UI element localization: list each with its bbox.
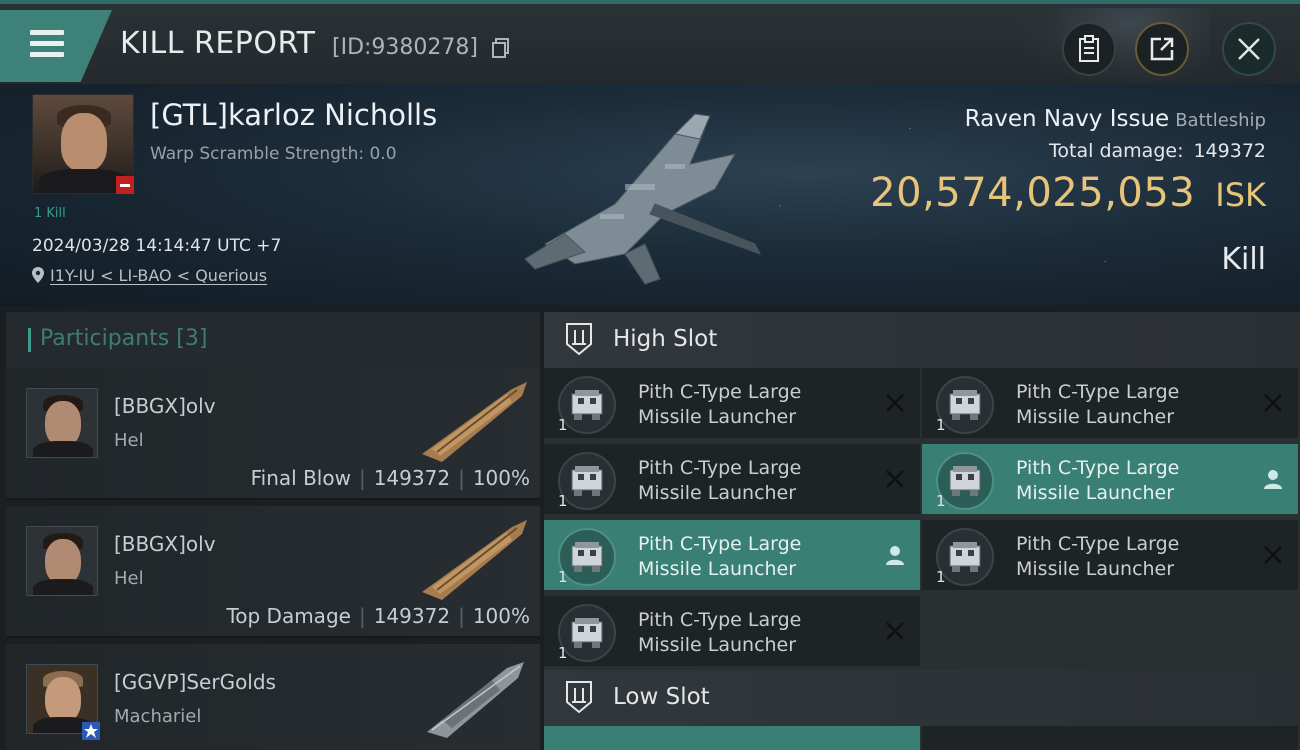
victim-banner: [GTL]karloz Nicholls Warp Scramble Stren… [0,84,1300,306]
dropped-person-icon [1264,470,1282,489]
participant-avatar[interactable] [26,526,98,596]
total-damage-value: 149372 [1193,140,1266,162]
destroyed-x-icon [1264,394,1282,412]
participant-row[interactable]: [GGVP]SerGolds Machariel [6,644,540,750]
report-button[interactable] [1062,22,1116,76]
dropped-person-icon [886,546,904,565]
menu-icon [30,30,64,58]
module-name: Pith C-Type Large Missile Launcher [638,457,802,504]
participants-panel: Participants [3] [BBGX]olv Hel Final Blo… [6,312,540,750]
slot-icon [566,323,592,356]
module-name: Pith C-Type Large Missile Launcher [638,609,802,656]
victim-ship-name[interactable]: Raven Navy Issue Battleship [965,106,1266,132]
module-tile[interactable]: 1 Pith C-Type Large Missile Launcher [922,444,1298,516]
participant-role: Final Blow [250,466,351,490]
fitting-panel: High Slot 1 Pith C-Type Large Missile Lau… [544,312,1300,750]
low-slot-module-partial[interactable] [544,726,920,750]
module-quantity: 1 [558,416,568,434]
kill-count: 1 Kill [34,206,66,221]
participant-ship-image [427,662,524,738]
isk-unit: ISK [1215,176,1266,214]
victim-name[interactable]: [GTL]karloz Nicholls [150,98,437,132]
share-icon [1150,37,1174,61]
high-slot-header: High Slot [544,312,1300,368]
participant-ship-image [422,520,527,600]
destroyed-x-icon [1264,546,1282,564]
slot-icon [566,681,592,714]
high-slot-label: High Slot [613,326,718,352]
participant-name[interactable]: [BBGX]olv [114,532,216,556]
module-name: Pith C-Type Large Missile Launcher [1016,457,1180,504]
participant-percent: 100% [472,466,530,490]
module-name: Pith C-Type Large Missile Launcher [1016,533,1180,580]
participant-damage: 149372 [373,604,451,628]
star-badge-icon [82,722,100,740]
victim-ship-image [524,113,762,285]
copy-icon[interactable] [492,38,510,58]
total-damage: Total damage: 149372 [1049,140,1266,162]
participant-stats: Top Damage | 149372 | 100% [226,604,530,628]
participant-ship-image [422,382,527,462]
module-name: Pith C-Type Large Missile Launcher [1016,381,1180,428]
destroyed-x-icon [886,394,904,412]
standing-negative-icon [116,176,134,194]
low-slot-module-partial[interactable] [922,726,1298,750]
isk-value: 20,574,025,053 ISK [870,170,1266,216]
participant-row[interactable]: [BBGX]olv Hel Final Blow | 149372 | 100% [6,368,540,500]
module-quantity: 1 [936,492,946,510]
module-name: Pith C-Type Large Missile Launcher [638,533,802,580]
module-tile[interactable]: 1 Pith C-Type Large Missile Launcher [544,444,920,516]
participant-avatar[interactable] [26,388,98,458]
kill-location[interactable]: I1Y-IU < LI-BAO < Querious [32,266,267,285]
participant-stats: Final Blow | 149372 | 100% [250,466,530,490]
close-button[interactable] [1222,22,1276,76]
module-quantity: 1 [936,416,946,434]
kill-id: [ID:9380278] [332,35,478,60]
kill-datetime: 2024/03/28 14:14:47 UTC +7 [32,236,282,256]
share-button[interactable] [1135,22,1189,76]
module-tile[interactable]: 1 Pith C-Type Large Missile Launcher [544,596,920,668]
participants-label: Participants [40,326,170,351]
module-quantity: 1 [558,568,568,586]
ship-class: Battleship [1175,110,1266,131]
module-quantity: 1 [936,568,946,586]
participants-count: [3] [176,326,208,351]
page-title: KILL REPORT [120,26,316,61]
module-quantity: 1 [558,492,568,510]
participant-ship: Machariel [114,706,202,727]
kill-type: Kill [1221,242,1266,277]
participant-ship: Hel [114,430,144,451]
module-tile[interactable]: 1 Pith C-Type Large Missile Launcher [544,520,920,592]
participant-row[interactable]: [BBGX]olv Hel Top Damage | 149372 | 100% [6,506,540,638]
participant-role: Top Damage [226,604,351,628]
module-quantity: 1 [558,644,568,662]
participant-name[interactable]: [BBGX]olv [114,394,216,418]
low-slot-label: Low Slot [613,684,710,710]
module-tile[interactable]: 1 Pith C-Type Large Missile Launcher [922,368,1298,440]
destroyed-x-icon [886,622,904,640]
location-pin-icon [32,267,44,283]
participant-name[interactable]: [GGVP]SerGolds [114,670,276,694]
participant-damage: 149372 [373,466,451,490]
location-link[interactable]: I1Y-IU < LI-BAO < Querious [50,266,267,285]
participant-ship: Hel [114,568,144,589]
warp-scramble-strength: Warp Scramble Strength: 0.0 [150,144,397,164]
module-name: Pith C-Type Large Missile Launcher [638,381,802,428]
module-tile[interactable]: 1 Pith C-Type Large Missile Launcher [922,520,1298,592]
low-slot-header: Low Slot [544,670,1300,726]
close-icon [1238,38,1260,60]
menu-button[interactable] [0,10,112,82]
participants-header: Participants [3] [6,312,540,368]
participant-percent: 100% [472,604,530,628]
report-icon [1079,35,1099,62]
window-header: KILL REPORT [ID:9380278] [0,0,1300,86]
destroyed-x-icon [886,470,904,488]
module-tile[interactable]: 1 Pith C-Type Large Missile Launcher [544,368,920,440]
